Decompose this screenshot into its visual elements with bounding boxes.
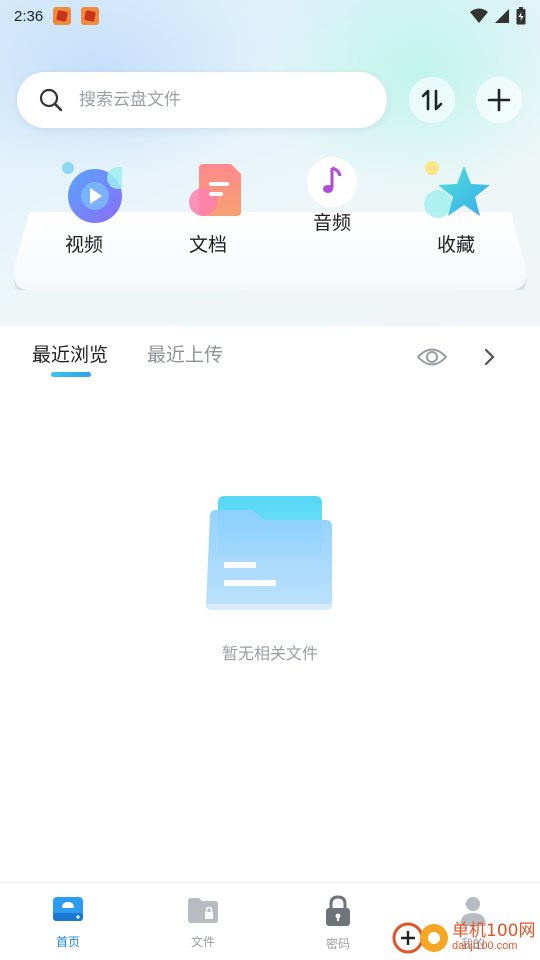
notification-app-icon [53, 7, 72, 25]
nav-label: 首页 [55, 935, 80, 949]
nav-label: 文件 [190, 935, 215, 949]
sort-button[interactable] [409, 77, 455, 123]
notification-app-icon [81, 7, 100, 25]
tab-recent-upload[interactable]: 最近上传 [147, 340, 223, 367]
folder-lock-icon [188, 898, 218, 923]
nav-files[interactable]: 文件 [163, 895, 243, 950]
watermark-title: 单机100网 [452, 921, 536, 941]
folder-icon [206, 496, 332, 610]
battery-icon [516, 7, 526, 25]
category-label: 收藏 [436, 234, 475, 256]
document-icon [189, 164, 241, 216]
search-icon [39, 88, 63, 112]
chevron-right-icon [484, 348, 495, 366]
search-input[interactable] [79, 90, 329, 110]
video-icon [62, 162, 122, 223]
category-label: 文档 [188, 234, 227, 256]
search-bar[interactable] [17, 72, 387, 128]
lock-icon [326, 895, 350, 926]
watermark-logo-icon [392, 922, 448, 954]
tab-recent-browse[interactable]: 最近浏览 [32, 340, 108, 367]
signal-icon [495, 9, 509, 23]
music-icon [307, 157, 357, 207]
add-button[interactable] [476, 77, 522, 123]
wifi-icon [470, 8, 488, 23]
tab-indicator [51, 372, 91, 377]
sort-arrows-icon [421, 89, 443, 111]
category-favorites[interactable]: 收藏 [406, 160, 506, 257]
category-label: 视频 [64, 234, 103, 256]
more-button[interactable] [482, 346, 498, 372]
category-audio[interactable]: 音频 [282, 156, 382, 235]
eye-icon [416, 348, 448, 366]
site-watermark: 单机100网 danji100.com [390, 914, 540, 960]
status-bar: 2:36 [0, 0, 540, 32]
nav-password[interactable]: 密码 [298, 895, 378, 952]
empty-state-text: 暂无相关文件 [221, 644, 318, 663]
category-video[interactable]: 视频 [34, 160, 134, 257]
home-drive-icon [53, 897, 83, 921]
nav-home[interactable]: 首页 [28, 895, 108, 950]
empty-folder-illustration [204, 492, 336, 618]
category-label: 音频 [312, 212, 351, 234]
category-document[interactable]: 文档 [158, 160, 258, 257]
tab-bar: 最近浏览 最近上传 [0, 326, 540, 386]
visibility-toggle[interactable] [416, 346, 448, 372]
plus-icon [487, 88, 511, 112]
nav-label: 密码 [325, 937, 350, 951]
status-time: 2:36 [14, 7, 44, 25]
star-icon [424, 161, 490, 218]
watermark-url: danji100.com [452, 940, 518, 952]
